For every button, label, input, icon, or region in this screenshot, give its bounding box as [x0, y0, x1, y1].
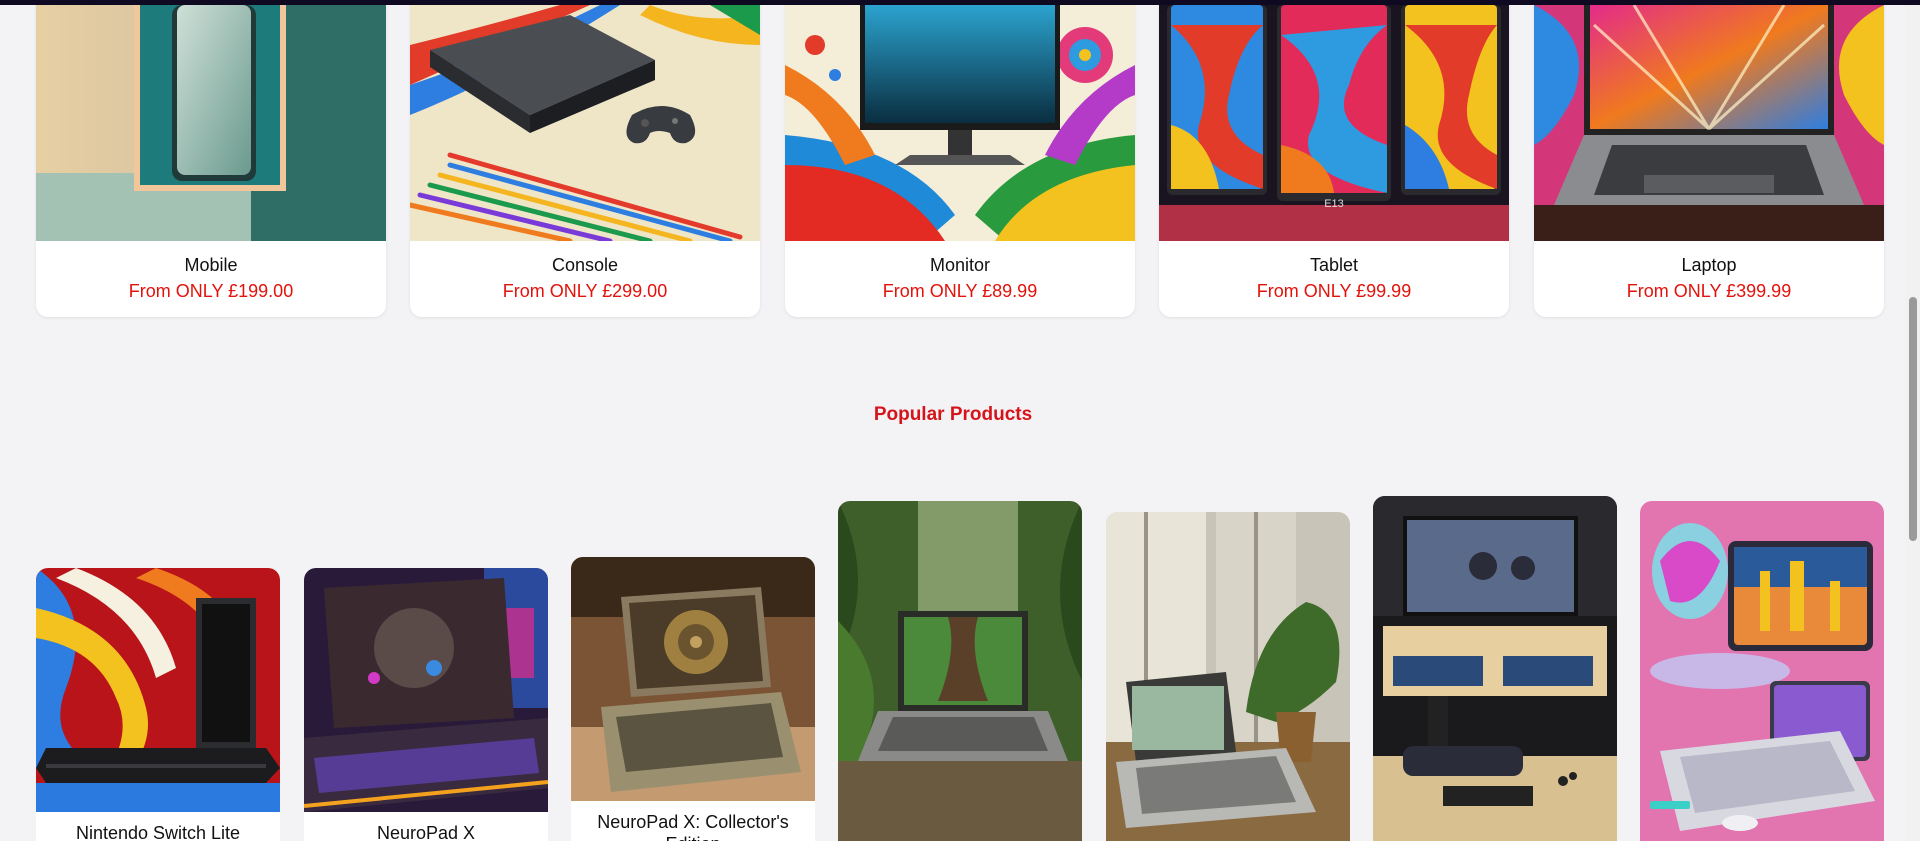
category-price: From ONLY £89.99 — [882, 281, 1038, 301]
category-card-tablet[interactable]: E13 Tablet From ONLY £99.99 — [1159, 5, 1509, 317]
game-console-image — [410, 5, 760, 241]
laptop-image — [1534, 5, 1884, 241]
product-card-nintendo-switch-lite[interactable]: Nintendo Switch Lite — [36, 568, 280, 841]
product-name: NeuroPad X — [376, 823, 476, 841]
laptop-product-image — [838, 501, 1082, 841]
category-card-console[interactable]: Console From ONLY £299.00 — [410, 5, 760, 317]
popular-products-title: Popular Products — [873, 403, 1033, 425]
product-card-neuropad-x-collectors-edition[interactable]: NeuroPad X: Collector's Edition — [571, 557, 815, 841]
category-card-mobile[interactable]: Mobile From ONLY £199.00 — [36, 5, 386, 317]
product-card-neuropad-x[interactable]: NeuroPad X — [304, 568, 548, 841]
category-name: Console — [551, 255, 619, 275]
computer-setup-product-image — [1640, 501, 1884, 841]
monitor-image — [785, 5, 1135, 241]
tablet-image: E13 — [1159, 5, 1509, 241]
product-card-4[interactable] — [838, 501, 1082, 841]
scrollbar-thumb[interactable] — [1909, 297, 1917, 541]
category-name: Monitor — [929, 255, 991, 275]
laptop-product-image — [1106, 512, 1350, 841]
category-name: Mobile — [184, 255, 238, 275]
category-card-monitor[interactable]: Monitor From ONLY £89.99 — [785, 5, 1135, 317]
category-price: From ONLY £199.00 — [128, 281, 294, 301]
laptop-product-image — [304, 568, 548, 812]
category-name: Tablet — [1309, 255, 1359, 275]
category-price: From ONLY £399.99 — [1626, 281, 1792, 301]
product-card-5[interactable] — [1106, 512, 1350, 841]
monitor-product-image — [1373, 496, 1617, 841]
console-product-image — [36, 568, 280, 812]
page-scrollbar[interactable] — [1906, 5, 1920, 841]
category-price: From ONLY £99.99 — [1256, 281, 1412, 301]
product-name: NeuroPad X: Collector's Edition — [597, 812, 789, 841]
product-card-7[interactable] — [1640, 501, 1884, 841]
category-card-laptop[interactable]: Laptop From ONLY £399.99 — [1534, 5, 1884, 317]
laptop-product-image — [571, 557, 815, 801]
category-price: From ONLY £299.00 — [502, 281, 668, 301]
tablet-model-label: E13 — [1324, 198, 1344, 210]
category-name: Laptop — [1681, 255, 1737, 275]
product-card-6[interactable] — [1373, 496, 1617, 841]
mobile-phone-image — [36, 5, 386, 241]
product-name: Nintendo Switch Lite — [75, 823, 241, 841]
